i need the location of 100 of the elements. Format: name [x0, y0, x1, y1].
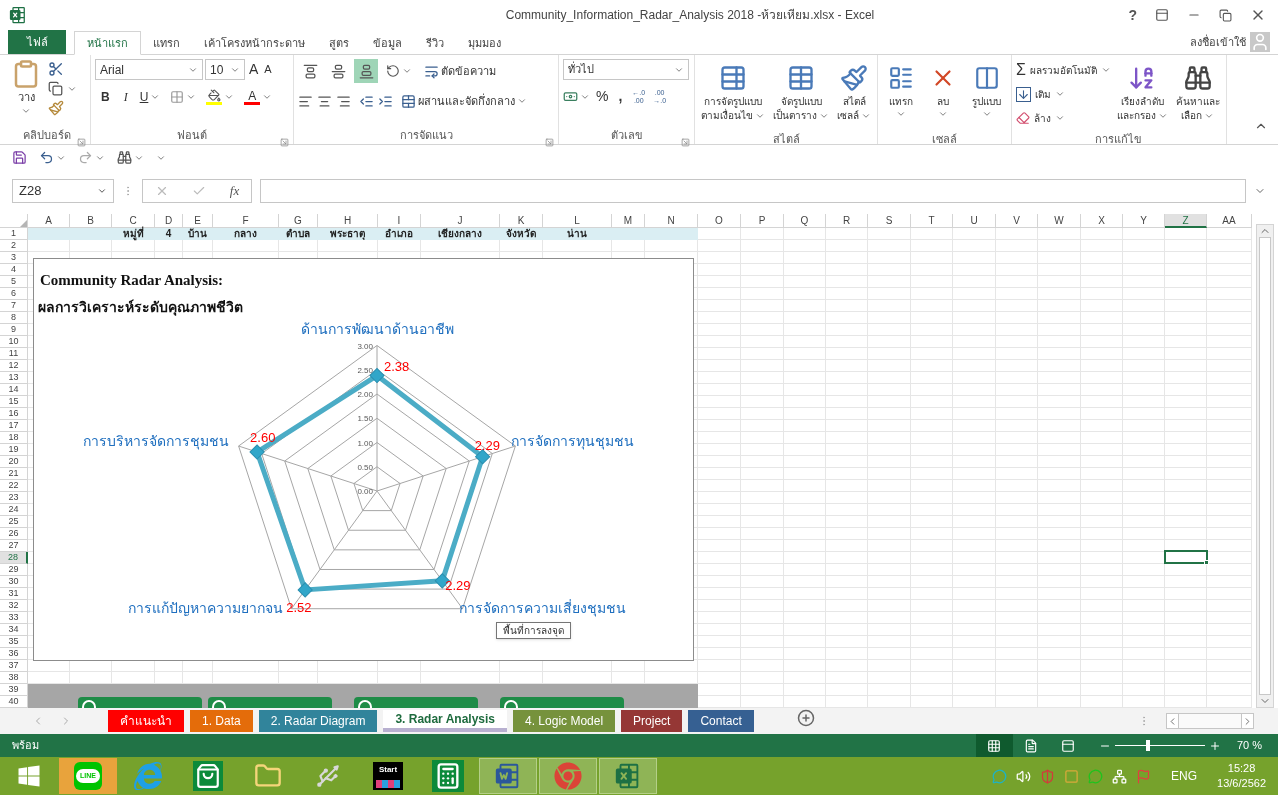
row-header[interactable]: 2: [0, 240, 28, 252]
merge-center-button[interactable]: ผสานและจัดกึ่งกลาง: [397, 89, 531, 113]
grow-font-button[interactable]: A: [247, 59, 261, 80]
font-size-field[interactable]: 10: [205, 59, 245, 80]
sheet-tab[interactable]: คำแนะนำ: [108, 710, 184, 732]
redo-icon[interactable]: [78, 150, 93, 165]
tray-icon[interactable]: [1016, 768, 1032, 784]
sheet-tab[interactable]: 2. Radar Diagram: [258, 710, 378, 732]
row-header[interactable]: 28: [0, 552, 28, 564]
autosum-button[interactable]: Σ ผลรวมอัตโนมัติ: [1016, 59, 1111, 81]
shrink-font-button[interactable]: A: [262, 61, 274, 78]
clear-button[interactable]: ล้าง: [1016, 107, 1111, 129]
wrap-text-button[interactable]: ตัดข้อความ: [420, 59, 500, 83]
column-header[interactable]: O: [698, 214, 741, 228]
zoom-in-icon[interactable]: [1208, 739, 1221, 752]
row-header[interactable]: 12: [0, 360, 28, 372]
restore-icon[interactable]: [1219, 8, 1232, 22]
column-header[interactable]: T: [911, 214, 953, 228]
vertical-align-button[interactable]: [354, 59, 378, 83]
align-center-icon[interactable]: [317, 93, 332, 109]
chart-area[interactable]: [33, 258, 694, 661]
ribbon-button[interactable]: รูปแบบ: [966, 59, 1007, 131]
font-name-field[interactable]: Arial: [95, 59, 203, 80]
sheet-tab[interactable]: 3. Radar Analysis: [383, 710, 508, 732]
sheet-tab[interactable]: Project: [621, 710, 683, 732]
row-header[interactable]: 25: [0, 516, 28, 528]
launcher-icon[interactable]: [280, 138, 289, 147]
row-header[interactable]: 37: [0, 660, 28, 672]
row-header[interactable]: 7: [0, 300, 28, 312]
row-header[interactable]: 35: [0, 636, 28, 648]
font-color-button[interactable]: A: [240, 89, 277, 105]
view-button[interactable]: [975, 734, 1013, 757]
column-header[interactable]: Q: [784, 214, 826, 228]
row-header[interactable]: 18: [0, 432, 28, 444]
column-header[interactable]: X: [1081, 214, 1123, 228]
currency-icon[interactable]: [563, 89, 578, 104]
decrease-indent-icon[interactable]: [359, 93, 374, 109]
borders-icon[interactable]: [170, 90, 185, 104]
taskbar-button[interactable]: Start: [359, 758, 417, 794]
sheet-tab[interactable]: 4. Logic Model: [513, 710, 616, 732]
row-header[interactable]: 30: [0, 576, 28, 588]
ribbon-button[interactable]: การจัดรูปแบบ ตามเงื่อนไข: [699, 59, 767, 131]
row-header[interactable]: 16: [0, 408, 28, 420]
bold-button[interactable]: B: [95, 88, 116, 106]
percent-button[interactable]: %: [594, 86, 611, 107]
row-header[interactable]: 29: [0, 564, 28, 576]
cell-cursor[interactable]: [1164, 550, 1208, 564]
taskbar-button[interactable]: [539, 758, 597, 794]
zoom-level[interactable]: 70 %: [1220, 737, 1278, 754]
fill-button[interactable]: เติม: [1016, 83, 1111, 105]
enter-icon[interactable]: [192, 184, 207, 198]
scrollbar-thumb[interactable]: [1259, 237, 1271, 695]
align-left-icon[interactable]: [298, 93, 313, 109]
row-header[interactable]: 38: [0, 672, 28, 684]
column-header[interactable]: P: [741, 214, 784, 228]
save-icon[interactable]: [12, 150, 27, 165]
row-header[interactable]: 20: [0, 456, 28, 468]
ribbon-tab[interactable]: สูตร: [317, 31, 361, 55]
row-header[interactable]: 21: [0, 468, 28, 480]
undo-icon[interactable]: [39, 150, 54, 165]
row-header[interactable]: 23: [0, 492, 28, 504]
ribbon-tab[interactable]: หน้าแรก: [74, 31, 141, 55]
row-header[interactable]: 10: [0, 336, 28, 348]
number-format-field[interactable]: ทั่วไป: [563, 59, 689, 80]
paste-button[interactable]: วาง: [8, 59, 44, 116]
ribbon-tab[interactable]: เค้าโครงหน้ากระดาษ: [192, 31, 317, 55]
row-header[interactable]: 19: [0, 444, 28, 456]
row-header[interactable]: 33: [0, 612, 28, 624]
ribbon-button[interactable]: สไตล์ เซลล์: [835, 59, 873, 131]
row-header[interactable]: 26: [0, 528, 28, 540]
ribbon-tab[interactable]: ข้อมูล: [361, 31, 414, 55]
add-sheet-icon[interactable]: [796, 708, 815, 727]
sign-in-link[interactable]: ลงชื่อเข้าใช้: [1190, 33, 1246, 51]
ribbon-tab[interactable]: รีวิว: [414, 31, 456, 55]
insert-function-button[interactable]: fx: [229, 181, 240, 201]
orientation-icon[interactable]: [386, 64, 400, 78]
ribbon-button[interactable]: ลบ: [924, 59, 962, 131]
launcher-icon[interactable]: [545, 138, 554, 147]
row-header[interactable]: 22: [0, 480, 28, 492]
name-box[interactable]: Z28: [12, 179, 114, 203]
row-header[interactable]: 32: [0, 600, 28, 612]
align-right-icon[interactable]: [336, 93, 351, 109]
file-tab[interactable]: ไฟล์: [8, 30, 66, 54]
start-button-icon[interactable]: [17, 764, 41, 788]
ribbon-button[interactable]: ค้นหาและ เลือก: [1173, 59, 1222, 131]
launcher-icon[interactable]: [681, 138, 690, 147]
underline-button[interactable]: U: [135, 88, 165, 106]
row-header[interactable]: 36: [0, 648, 28, 660]
tray-icon[interactable]: [1112, 768, 1128, 784]
horizontal-scrollbar-thumb[interactable]: [1178, 714, 1242, 728]
binoculars-icon[interactable]: [117, 150, 132, 165]
row-header[interactable]: 31: [0, 588, 28, 600]
row-header[interactable]: 34: [0, 624, 28, 636]
launcher-icon[interactable]: [77, 138, 86, 147]
row-header[interactable]: 4: [0, 264, 28, 276]
help-button[interactable]: ?: [1128, 4, 1137, 26]
row-header[interactable]: 17: [0, 420, 28, 432]
ribbon-tab[interactable]: มุมมอง: [456, 31, 513, 55]
copy-icon[interactable]: [48, 81, 63, 96]
row-header[interactable]: 6: [0, 288, 28, 300]
